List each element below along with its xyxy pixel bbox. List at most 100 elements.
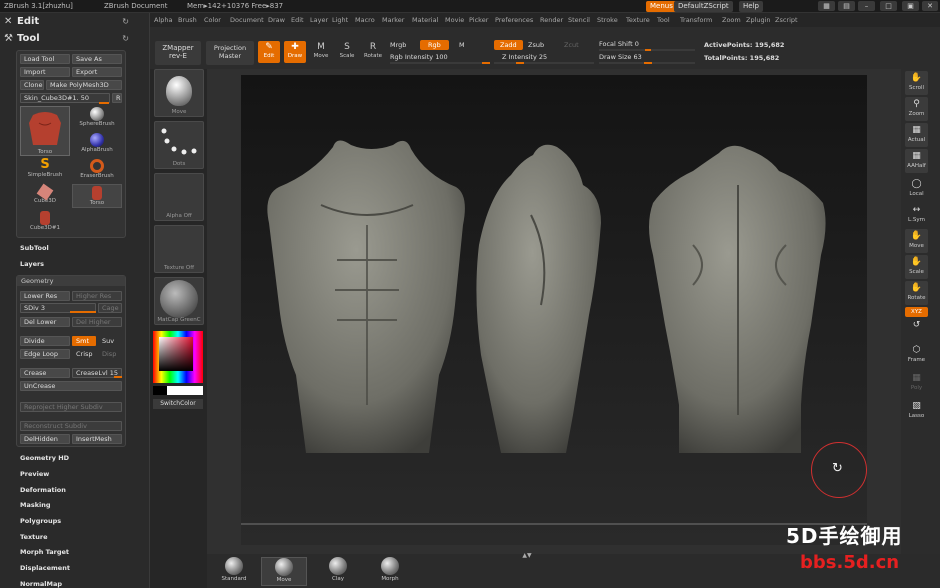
- divide-button[interactable]: Divide: [20, 336, 70, 346]
- document-canvas[interactable]: [241, 75, 867, 545]
- mrgb-toggle[interactable]: Mrgb: [390, 41, 406, 49]
- skin-slider[interactable]: Skin_Cube3D#1. 50: [20, 93, 110, 103]
- menus-button[interactable]: Menus: [646, 1, 677, 12]
- menu-transform[interactable]: Transform: [680, 16, 712, 24]
- export-button[interactable]: Export: [72, 67, 122, 77]
- menu-picker[interactable]: Picker: [469, 16, 488, 24]
- menu-preferences[interactable]: Preferences: [495, 16, 533, 24]
- scroll-button[interactable]: ✋ Scroll: [905, 71, 928, 95]
- reproject-button[interactable]: Reproject Higher Subdiv: [20, 402, 122, 412]
- menu-zoom[interactable]: Zoom: [722, 16, 741, 24]
- normalmap-section[interactable]: NormalMap: [20, 580, 62, 588]
- tool-thumb-torso[interactable]: Torso: [20, 106, 70, 156]
- del-lower-button[interactable]: Del Lower: [20, 317, 70, 327]
- zadd-toggle[interactable]: Zadd: [494, 40, 523, 50]
- zcut-toggle[interactable]: Zcut: [564, 41, 579, 49]
- crease-button[interactable]: Crease: [20, 368, 70, 378]
- pin-icon[interactable]: ↻: [122, 34, 129, 43]
- restore-icon[interactable]: ▣: [902, 1, 919, 11]
- menu-layer[interactable]: Layer: [310, 16, 328, 24]
- menu-tool[interactable]: Tool: [657, 16, 670, 24]
- move-view-button[interactable]: ✋ Move: [905, 229, 928, 253]
- z-intensity-slider[interactable]: Z Intensity 25: [502, 53, 547, 61]
- insertmesh-button[interactable]: InsertMesh: [72, 434, 122, 444]
- brush-morph[interactable]: Morph: [367, 557, 413, 586]
- menu-zplugin[interactable]: Zplugin: [746, 16, 771, 24]
- menu-light[interactable]: Light: [332, 16, 348, 24]
- higher-res-button[interactable]: Higher Res: [72, 291, 122, 301]
- help-button[interactable]: Help: [739, 1, 763, 12]
- tool-thumb-cube3d1[interactable]: Cube3D#1: [20, 210, 70, 234]
- save-as-button[interactable]: Save As: [72, 54, 122, 64]
- import-button[interactable]: Import: [20, 67, 70, 77]
- menu-movie[interactable]: Movie: [445, 16, 464, 24]
- tool-thumb-cube3d[interactable]: Cube3D: [20, 183, 70, 208]
- pin-icon[interactable]: ↻: [122, 17, 129, 26]
- color-picker-square[interactable]: [159, 337, 193, 371]
- m-toggle[interactable]: M: [459, 41, 465, 49]
- scale-view-button[interactable]: ✋ Scale: [905, 255, 928, 279]
- scale-mode-button[interactable]: S Scale: [336, 41, 358, 63]
- tool-thumb-spherebrush[interactable]: SphereBrush: [72, 106, 122, 130]
- menu-draw[interactable]: Draw: [268, 16, 285, 24]
- layers-section[interactable]: Layers: [20, 260, 44, 268]
- uncrease-button[interactable]: UnCrease: [20, 381, 122, 391]
- expand-bar-icon[interactable]: ▲▼: [512, 553, 542, 559]
- frame-button[interactable]: ⬡ Frame: [905, 343, 928, 367]
- tool-thumb-alphabrush[interactable]: AlphaBrush: [72, 132, 122, 156]
- tool-thumb-torso-2[interactable]: Torso: [72, 184, 122, 208]
- aahalf-button[interactable]: ▦ AAHalf: [905, 149, 928, 173]
- tool-thumb-simplebrush[interactable]: S SimpleBrush: [20, 158, 70, 182]
- menu-color[interactable]: Color: [204, 16, 221, 24]
- menu-document[interactable]: Document: [230, 16, 264, 24]
- edit-palette-header[interactable]: ✕ Edit: [4, 16, 39, 27]
- menu-alpha[interactable]: Alpha: [154, 16, 172, 24]
- close-icon[interactable]: ✕: [922, 1, 938, 11]
- stroke-slot-dots[interactable]: Dots: [154, 121, 204, 169]
- layout-icon[interactable]: ▦: [818, 1, 835, 11]
- zoom-button[interactable]: ⚲ Zoom: [905, 97, 928, 121]
- brush-move[interactable]: Move: [261, 557, 307, 586]
- local-button[interactable]: ◯ Local: [905, 177, 928, 201]
- secondary-color-swatch[interactable]: [167, 386, 203, 395]
- subtool-section[interactable]: SubTool: [20, 244, 49, 252]
- cage-button[interactable]: Cage: [98, 303, 122, 313]
- rotation-gizmo[interactable]: ↻: [811, 442, 867, 498]
- polyframe-button[interactable]: ▦ Poly: [905, 371, 928, 395]
- rotate-mode-button[interactable]: R Rotate: [362, 41, 384, 63]
- reconstruct-subdiv-button[interactable]: Reconstruct Subdiv: [20, 421, 122, 431]
- minimize-icon[interactable]: –: [858, 1, 875, 11]
- actual-button[interactable]: ▦ Actual: [905, 123, 928, 147]
- deformation-section[interactable]: Deformation: [20, 486, 66, 494]
- edge-loop-button[interactable]: Edge Loop: [20, 349, 70, 359]
- menu-material[interactable]: Material: [412, 16, 438, 24]
- menu-edit[interactable]: Edit: [291, 16, 304, 24]
- brush-standard[interactable]: Standard: [211, 557, 257, 586]
- clone-button[interactable]: Clone: [20, 80, 44, 90]
- edit-mode-button[interactable]: ✎ Edit: [258, 41, 280, 63]
- tool-palette-header[interactable]: ⚒ Tool: [4, 33, 40, 44]
- zmapper-button[interactable]: ZMapper rev-E: [155, 41, 201, 65]
- del-higher-button[interactable]: Del Higher: [72, 317, 122, 327]
- crisp-toggle[interactable]: Crisp: [72, 349, 96, 359]
- brush-clay[interactable]: Clay: [315, 557, 361, 586]
- default-zscript-button[interactable]: DefaultZScript: [674, 1, 733, 12]
- delhidden-button[interactable]: DelHidden: [20, 434, 70, 444]
- lower-res-button[interactable]: Lower Res: [20, 291, 70, 301]
- morph-target-section[interactable]: Morph Target: [20, 548, 69, 556]
- lasso-button[interactable]: ▧ Lasso: [905, 399, 928, 423]
- displacement-section[interactable]: Displacement: [20, 564, 70, 572]
- menu-zscript[interactable]: Zscript: [775, 16, 798, 24]
- make-polymesh-button[interactable]: Make PolyMesh3D: [46, 80, 122, 90]
- polygroups-section[interactable]: Polygroups: [20, 517, 61, 525]
- menu-macro[interactable]: Macro: [355, 16, 375, 24]
- rgb-toggle[interactable]: Rgb: [420, 40, 449, 50]
- draw-mode-button[interactable]: ✚ Draw: [284, 41, 306, 63]
- menu-stroke[interactable]: Stroke: [597, 16, 618, 24]
- rotate-view-button[interactable]: ✋ Rotate: [905, 281, 928, 305]
- menu-brush[interactable]: Brush: [178, 16, 197, 24]
- focal-shift-slider[interactable]: Focal Shift 0: [599, 40, 639, 48]
- rotate-axis-icon[interactable]: ↺: [905, 319, 928, 333]
- material-slot[interactable]: MatCap GreenC: [154, 277, 204, 325]
- maximize-icon[interactable]: □: [880, 1, 897, 11]
